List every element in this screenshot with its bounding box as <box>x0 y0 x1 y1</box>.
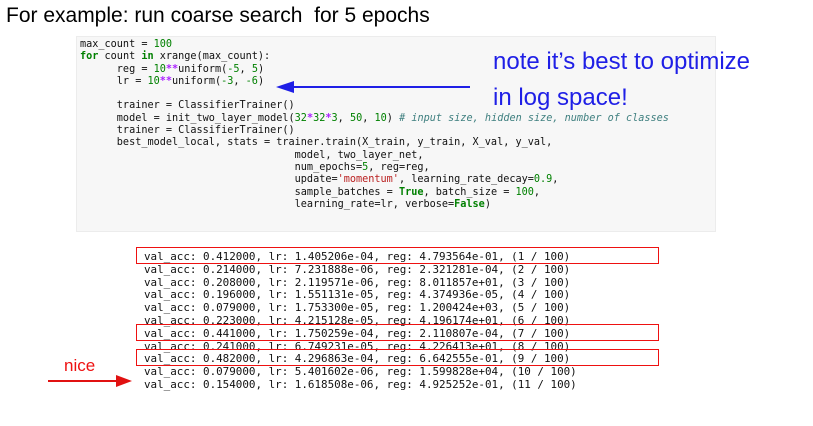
annotation-arrows <box>48 81 470 387</box>
blue-arrow-icon <box>276 81 470 93</box>
red-arrow-icon <box>48 375 132 387</box>
